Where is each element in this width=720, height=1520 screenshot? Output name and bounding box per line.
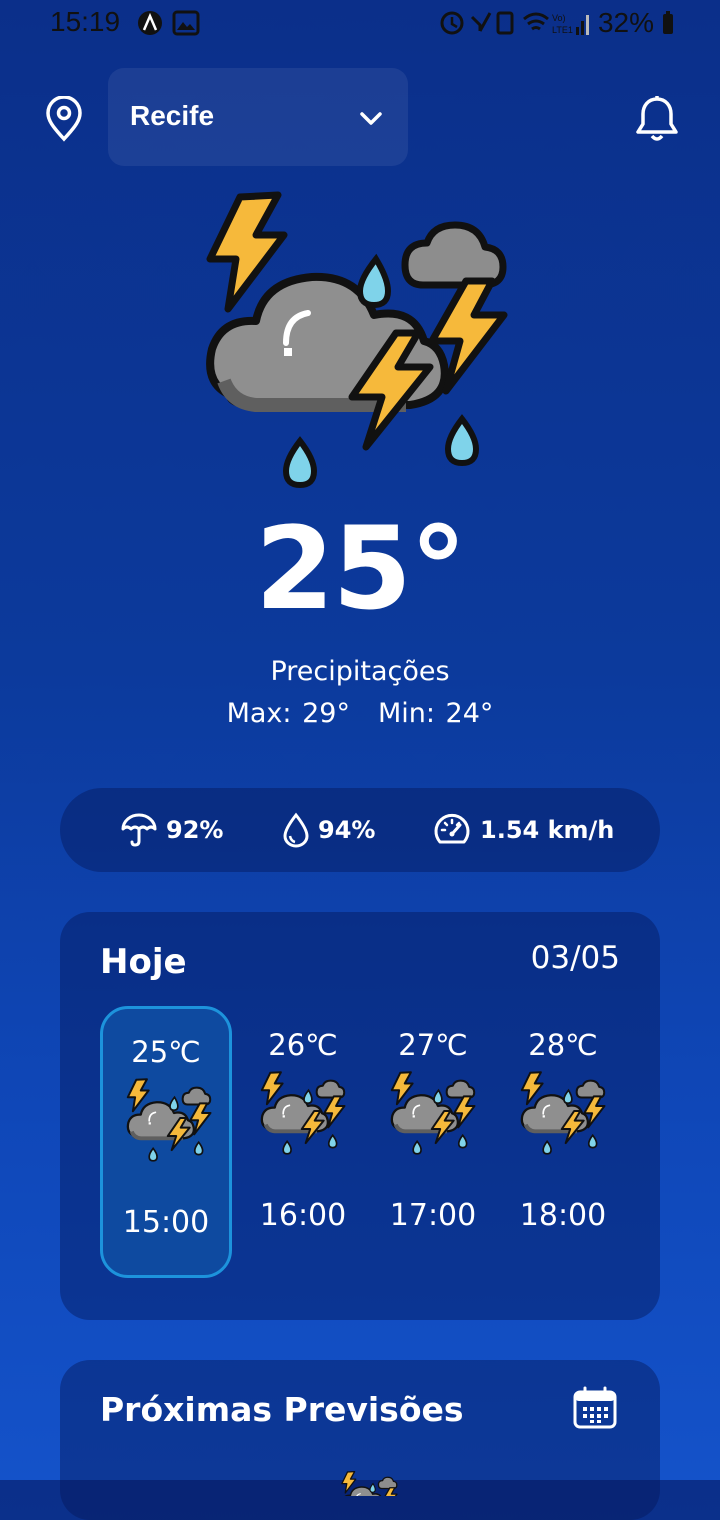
hour-item[interactable]: 26℃ 16:00	[237, 1006, 369, 1278]
min-max-temperature: Max: 29° Min: 24°	[0, 698, 720, 729]
thunderstorm-icon	[340, 1470, 399, 1496]
status-icons: Vo) LTE1	[440, 11, 589, 35]
today-title: Hoje	[100, 942, 187, 982]
next-forecasts-card: Próximas Previsões	[60, 1360, 660, 1520]
status-time: 15:19	[50, 6, 121, 37]
current-temperature: 25°	[255, 502, 467, 635]
battery-icon	[663, 11, 673, 34]
humidity-drop-icon	[283, 812, 309, 848]
status-right: Vo) LTE1 32%	[440, 7, 674, 38]
thunderstorm-icon	[259, 1070, 347, 1156]
location-pin-icon[interactable]	[44, 96, 84, 142]
hour-item[interactable]: 28℃ 18:00	[497, 1006, 629, 1278]
hour-temperature: 27℃	[398, 1028, 468, 1062]
svg-text:Vo): Vo)	[552, 13, 566, 23]
next-forecasts-title: Próximas Previsões	[100, 1390, 464, 1429]
wind-stat: 1.54 km/h	[432, 788, 614, 872]
max-temperature: Max: 29°	[226, 698, 350, 729]
chevron-down-icon[interactable]	[358, 108, 384, 128]
hour-time: 18:00	[519, 1198, 607, 1233]
status-bar: 15:19 Vo) LTE1 32%	[0, 0, 720, 48]
weather-condition: Precipitações	[270, 656, 450, 687]
humidity-value: 94%	[318, 816, 376, 844]
thunderstorm-icon	[125, 1077, 213, 1163]
hour-time: 15:00	[122, 1205, 210, 1240]
calendar-icon[interactable]	[572, 1386, 618, 1430]
hour-time: 16:00	[259, 1198, 347, 1233]
battery-percent: 32%	[597, 7, 654, 38]
umbrella-icon	[121, 813, 157, 847]
wind-value: 1.54 km/h	[480, 816, 615, 844]
notification-icons	[138, 10, 200, 36]
rain-chance-stat: 92%	[120, 788, 223, 872]
today-forecast-card: Hoje 03/05 25℃ 15:00 26℃ 16:00 27℃ 17:00…	[60, 912, 660, 1320]
hour-temperature: 26℃	[268, 1028, 338, 1062]
city-name[interactable]: Recife	[130, 100, 214, 132]
thunderstorm-icon	[200, 180, 520, 500]
humidity-stat: 94%	[282, 788, 375, 872]
hour-temperature: 28℃	[528, 1028, 598, 1062]
weather-stats-bar: 92% 94% 1.54 km/h	[60, 788, 660, 872]
rain-chance-value: 92%	[166, 816, 224, 844]
thunderstorm-icon	[389, 1070, 477, 1156]
today-date: 03/05	[530, 940, 620, 976]
hour-item[interactable]: 27℃ 17:00	[367, 1006, 499, 1278]
svg-text:LTE1: LTE1	[552, 25, 573, 35]
wind-gauge-icon	[434, 813, 470, 844]
hour-item[interactable]: 25℃ 15:00	[100, 1006, 232, 1278]
min-temperature: Min: 24°	[377, 698, 494, 729]
thunderstorm-icon	[519, 1070, 607, 1156]
hour-temperature: 25℃	[131, 1035, 201, 1069]
hour-time: 17:00	[389, 1198, 477, 1233]
bell-icon[interactable]	[634, 94, 680, 144]
